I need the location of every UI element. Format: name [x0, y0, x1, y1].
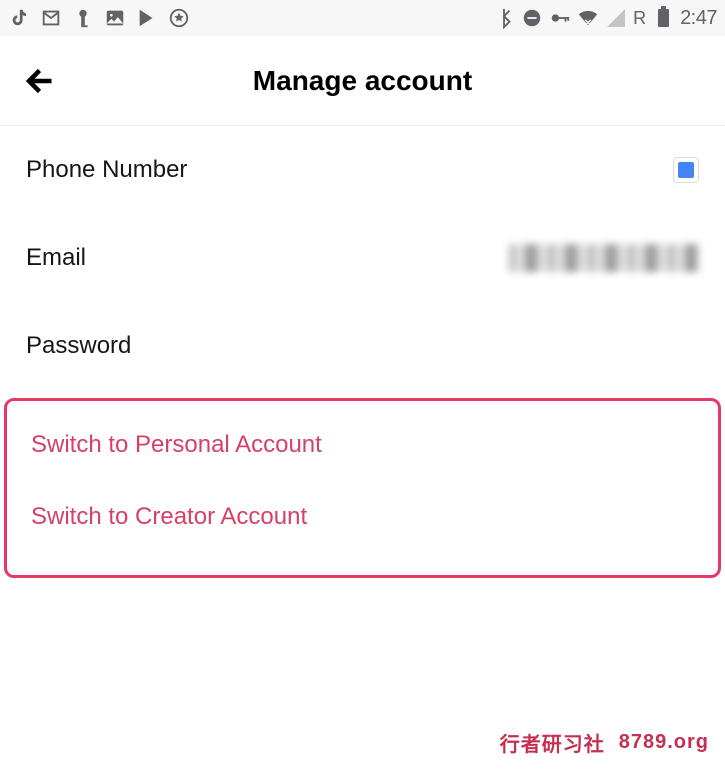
row-password[interactable]: Password — [0, 302, 725, 390]
app-header: Manage account — [0, 36, 725, 126]
roaming-indicator: R — [633, 8, 646, 29]
tiktok-icon — [8, 7, 30, 29]
email-value-redacted — [509, 244, 699, 272]
page-title: Manage account — [20, 65, 705, 97]
status-right: R 2:47 — [493, 7, 717, 30]
highlight-box: Switch to Personal Account Switch to Cre… — [4, 398, 721, 578]
phone-number-label: Phone Number — [26, 156, 187, 184]
password-label: Password — [26, 332, 131, 360]
watermark-domain: 8789.org — [619, 731, 709, 754]
email-label: Email — [26, 244, 86, 272]
key-icon — [72, 7, 94, 29]
signal-icon — [605, 7, 627, 29]
dnd-icon — [521, 7, 543, 29]
switch-personal-account[interactable]: Switch to Personal Account — [7, 409, 718, 481]
bluetooth-icon — [493, 7, 515, 29]
play-store-icon — [136, 7, 158, 29]
image-icon — [104, 7, 126, 29]
wifi-off-icon — [577, 7, 599, 29]
gmail-icon — [40, 7, 62, 29]
clock: 2:47 — [680, 7, 717, 30]
row-email[interactable]: Email — [0, 214, 725, 302]
translate-icon[interactable] — [673, 157, 699, 183]
battery-icon — [652, 7, 674, 29]
switch-creator-account[interactable]: Switch to Creator Account — [7, 481, 718, 553]
status-left — [8, 7, 190, 29]
star-circle-icon — [168, 7, 190, 29]
row-phone-number[interactable]: Phone Number — [0, 126, 725, 214]
watermark-text-cn: 行者研习社 — [500, 728, 605, 757]
vpn-key-icon — [549, 7, 571, 29]
status-bar: R 2:47 — [0, 0, 725, 36]
watermark: 行者研习社 8789.org — [500, 728, 709, 757]
